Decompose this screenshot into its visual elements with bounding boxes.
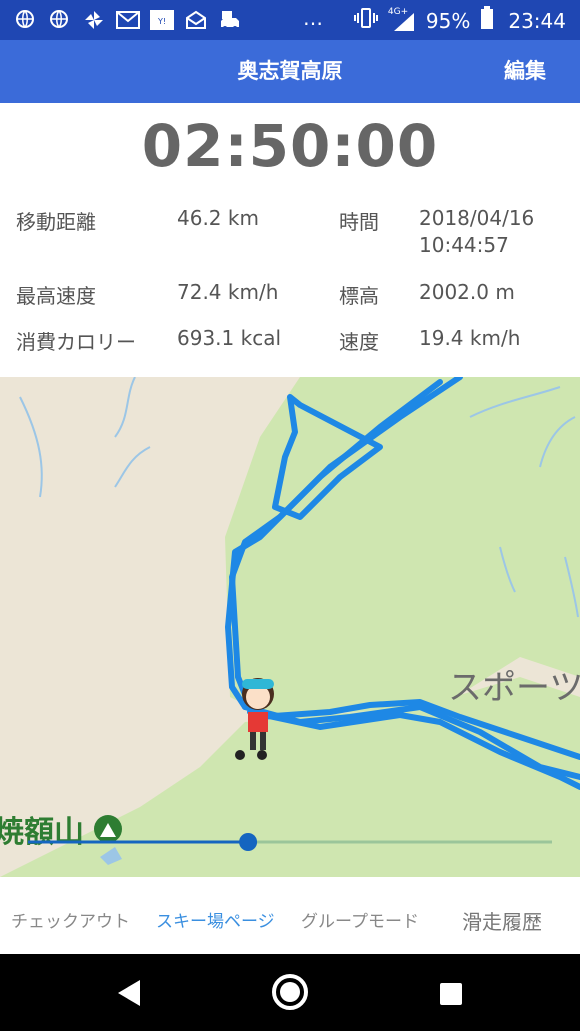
- track-map[interactable]: スポーツ 焼額山: [0, 377, 580, 877]
- date-value: 2018/04/16: [419, 206, 535, 230]
- bottom-nav: チェックアウト スキー場ページ グループモード 滑走履歴: [0, 890, 580, 954]
- status-right: 4G+ 95% 23:44: [353, 6, 566, 35]
- sports-area-label: スポーツ: [448, 668, 580, 708]
- mountain-label: 焼額山: [0, 815, 84, 850]
- checkout-tab[interactable]: チェックアウト: [11, 890, 130, 954]
- page-title: 奥志賀高原: [237, 59, 343, 83]
- speed-label: 速度: [339, 330, 379, 354]
- elapsed-timer: 02:50:00: [141, 112, 439, 180]
- status-bar: Y! … 4G+ 95% 23:44: [0, 0, 580, 40]
- group-mode-tab[interactable]: グループモード: [301, 890, 419, 954]
- calories-label: 消費カロリー: [16, 330, 136, 354]
- clock-value: 10:44:57: [419, 233, 509, 257]
- forest-area: [225, 377, 580, 717]
- globe-search-icon: [14, 8, 38, 32]
- notification-icons: Y!: [14, 8, 242, 32]
- battery-icon: [480, 6, 494, 35]
- mountain-icon: [94, 815, 122, 843]
- river: [114, 377, 136, 438]
- home-icon[interactable]: [270, 972, 310, 1016]
- max-speed-value: 72.4 km/h: [177, 280, 279, 304]
- recents-icon[interactable]: [437, 980, 465, 1012]
- svg-text:Y!: Y!: [157, 17, 166, 26]
- system-nav-bar: [0, 954, 580, 1031]
- altitude-label: 標高: [339, 284, 379, 308]
- distance-value: 46.2 km: [177, 206, 259, 230]
- max-speed-label: 最高速度: [16, 284, 96, 308]
- battery-percent: 95%: [425, 8, 471, 33]
- back-icon[interactable]: [112, 976, 146, 1014]
- ski-page-tab[interactable]: スキー場ページ: [156, 890, 275, 954]
- altitude-value: 2002.0 m: [419, 280, 515, 304]
- speed-value: 19.4 km/h: [419, 326, 521, 350]
- edit-button[interactable]: 編集: [504, 40, 546, 103]
- pinwheel-icon: [82, 8, 106, 32]
- river: [114, 446, 151, 488]
- clock: 23:44: [508, 8, 566, 33]
- app-bar: 奥志賀高原 編集: [0, 40, 580, 103]
- yahoo-icon: Y!: [150, 8, 174, 32]
- distance-label: 移動距離: [16, 210, 96, 234]
- calories-value: 693.1 kcal: [177, 326, 282, 350]
- time-label: 時間: [339, 210, 379, 234]
- signal-icon: 4G+: [388, 7, 416, 33]
- map-canvas[interactable]: スポーツ 焼額山: [0, 377, 580, 877]
- overflow-indicator: …: [303, 6, 325, 30]
- vibrate-icon: [353, 7, 378, 34]
- river: [19, 396, 43, 498]
- envelope-icon: [184, 8, 208, 32]
- globe-search-icon: [48, 8, 72, 32]
- car-icon: [218, 8, 242, 32]
- ski-history-tab[interactable]: 滑走履歴: [462, 890, 542, 954]
- mail-icon: [116, 8, 140, 32]
